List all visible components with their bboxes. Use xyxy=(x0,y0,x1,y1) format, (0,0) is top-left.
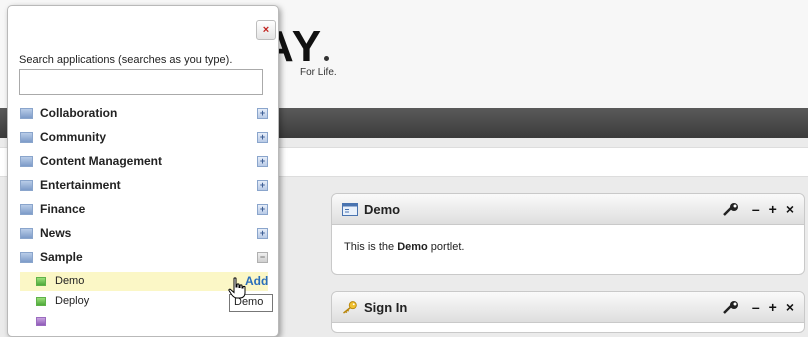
expand-icon[interactable]: + xyxy=(257,228,268,239)
expand-icon[interactable]: + xyxy=(257,108,268,119)
category-icon xyxy=(20,132,33,143)
search-input[interactable] xyxy=(19,69,263,95)
portlet-title-bar[interactable]: Sign In – + × xyxy=(332,292,804,323)
search-label: Search applications (searches as you typ… xyxy=(19,54,233,66)
portlet-controls: – + × xyxy=(722,299,794,315)
logo-tagline: For Life. xyxy=(300,67,337,78)
logo-dot xyxy=(324,56,329,61)
category-icon xyxy=(20,156,33,167)
expand-icon[interactable]: + xyxy=(257,156,268,167)
category-icon xyxy=(20,252,33,263)
close-portlet-button[interactable]: × xyxy=(786,299,794,315)
portlet-icon xyxy=(36,297,46,306)
wrench-icon[interactable] xyxy=(722,202,743,216)
sign-in-portlet: Sign In – + × xyxy=(331,291,805,333)
collapse-icon[interactable]: − xyxy=(257,252,268,263)
category-label: Entertainment xyxy=(40,178,121,192)
app-label: Deploy xyxy=(55,295,90,307)
app-label: Demo xyxy=(55,275,85,287)
window-icon xyxy=(342,202,358,216)
category-entertainment[interactable]: Entertainment + xyxy=(20,175,268,199)
close-panel-button[interactable]: × xyxy=(256,20,276,40)
expand-icon[interactable]: + xyxy=(257,180,268,191)
category-label: Finance xyxy=(40,202,86,216)
portlet-icon xyxy=(36,277,46,286)
key-icon xyxy=(343,300,357,314)
wrench-icon[interactable] xyxy=(722,300,743,314)
portlet-title: Demo xyxy=(364,201,401,217)
portlet-body-suffix: portlet. xyxy=(427,241,465,253)
portlet-controls: – + × xyxy=(722,201,794,217)
portlet-title-bar[interactable]: Demo – + × xyxy=(332,194,804,225)
app-item-partial[interactable] xyxy=(20,312,268,331)
category-icon xyxy=(20,180,33,191)
minimize-button[interactable]: – xyxy=(752,299,760,315)
category-content-management[interactable]: Content Management + xyxy=(20,151,268,175)
maximize-button[interactable]: + xyxy=(769,299,777,315)
hand-cursor-icon xyxy=(228,277,246,299)
portlet-body-bold: Demo xyxy=(397,241,428,253)
category-label: Community xyxy=(40,130,106,144)
add-link[interactable]: Add xyxy=(245,274,268,288)
category-icon xyxy=(20,228,33,239)
portlet-body: This is the Demo portlet. xyxy=(332,225,804,269)
category-sample[interactable]: Sample − xyxy=(20,247,268,271)
maximize-button[interactable]: + xyxy=(769,201,777,217)
portlet-body-text: This is the xyxy=(344,241,398,253)
portlet-title: Sign In xyxy=(364,299,408,315)
category-label: News xyxy=(40,226,72,240)
category-news[interactable]: News + xyxy=(20,223,268,247)
category-finance[interactable]: Finance + xyxy=(20,199,268,223)
category-icon xyxy=(20,204,33,215)
expand-icon[interactable]: + xyxy=(257,132,268,143)
category-label: Content Management xyxy=(40,154,163,168)
demo-portlet: Demo – + × This is the Demo portlet. xyxy=(331,193,805,275)
close-portlet-button[interactable]: × xyxy=(786,201,794,217)
category-label: Sample xyxy=(40,250,83,264)
minimize-button[interactable]: – xyxy=(752,201,760,217)
category-icon xyxy=(20,108,33,119)
expand-icon[interactable]: + xyxy=(257,204,268,215)
category-collaboration[interactable]: Collaboration + xyxy=(20,103,268,127)
portlet-icon xyxy=(36,317,46,326)
category-community[interactable]: Community + xyxy=(20,127,268,151)
category-label: Collaboration xyxy=(40,106,118,120)
